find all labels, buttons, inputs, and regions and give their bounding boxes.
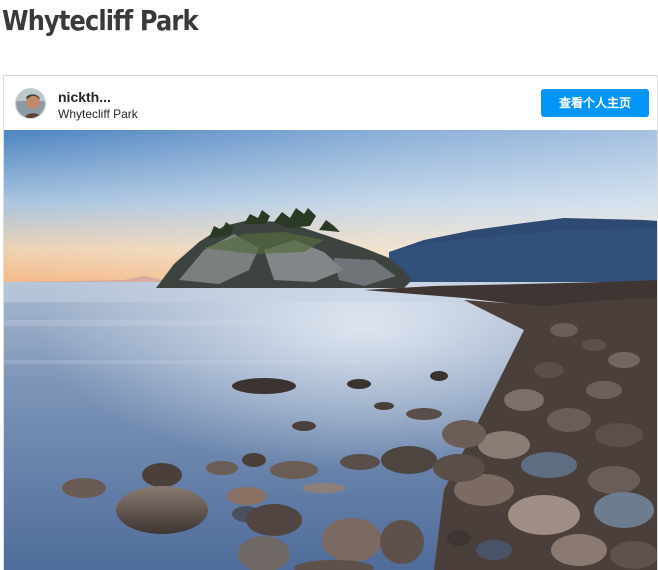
- post-photo[interactable]: [4, 130, 658, 570]
- post-header: nickth... Whytecliff Park 查看个人主页: [4, 76, 657, 130]
- page-title: Whytecliff Park: [2, 4, 198, 37]
- avatar[interactable]: [15, 88, 46, 119]
- avatar-photo: [16, 89, 45, 118]
- post-card: nickth... Whytecliff Park 查看个人主页: [3, 75, 658, 570]
- view-profile-button[interactable]: 查看个人主页: [541, 89, 649, 117]
- username[interactable]: nickth...: [58, 89, 111, 105]
- location-link[interactable]: Whytecliff Park: [58, 107, 138, 121]
